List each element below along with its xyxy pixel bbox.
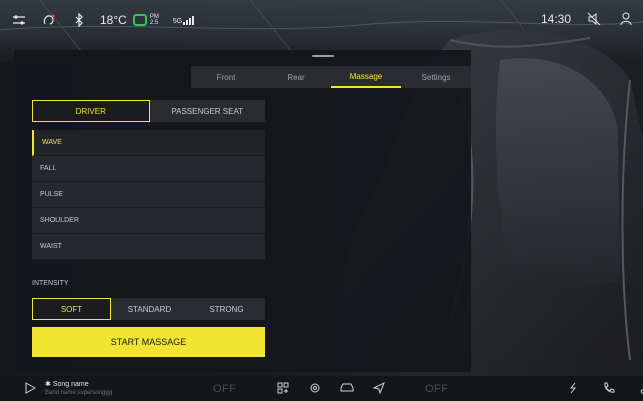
clock: 14:30 xyxy=(540,12,571,26)
seat-heat-icon[interactable] xyxy=(566,381,580,395)
bluetooth-icon[interactable] xyxy=(70,11,88,29)
tab-bar: Front Rear Massage Settings xyxy=(191,66,471,88)
drag-handle[interactable] xyxy=(312,55,334,57)
pm-indicator: PM 2.5 xyxy=(132,14,159,26)
start-massage-button[interactable]: START MASSAGE xyxy=(32,327,265,357)
phone-icon[interactable] xyxy=(602,381,616,395)
car-icon[interactable] xyxy=(340,381,354,395)
mode-pulse[interactable]: PULSE xyxy=(32,182,265,208)
bottom-bar: ✱ Song name Band name supersonggg OFF OF… xyxy=(0,376,643,401)
navigation-icon[interactable] xyxy=(372,381,386,395)
mode-shoulder[interactable]: SHOULDER xyxy=(32,208,265,234)
band-name: Band name supersonggg xyxy=(45,390,113,396)
now-playing[interactable]: ✱ Song name Band name supersonggg xyxy=(45,380,112,398)
apps-grid-icon[interactable] xyxy=(276,381,290,395)
mode-waist[interactable]: WAIST xyxy=(32,234,265,260)
driver-button[interactable]: DRIVER xyxy=(32,100,150,122)
mute-icon[interactable] xyxy=(585,10,603,28)
tab-rear[interactable]: Rear xyxy=(261,66,331,88)
signal-icon: 5G xyxy=(172,15,195,25)
intensity-label: INTENSITY xyxy=(32,280,69,287)
seat-selector: DRIVER PASSENGER SEAT xyxy=(32,100,265,122)
intensity-selector: SOFT STANDARD STRONG xyxy=(32,298,265,320)
passenger-seat-button[interactable]: PASSENGER SEAT xyxy=(149,100,265,122)
gear-icon[interactable] xyxy=(308,381,322,395)
right-climate-off[interactable]: OFF xyxy=(425,383,449,395)
song-name: Song name xyxy=(52,381,89,388)
intensity-standard[interactable]: STANDARD xyxy=(111,298,188,320)
tab-front[interactable]: Front xyxy=(191,66,261,88)
status-bar: 18°C PM 2.5 5G 14:30 xyxy=(0,0,643,40)
music-note-icon[interactable] xyxy=(638,381,643,395)
settings-sliders-icon[interactable] xyxy=(10,11,28,29)
mode-fall[interactable]: FALL xyxy=(32,156,265,182)
temperature: 18°C xyxy=(100,13,127,27)
user-icon[interactable] xyxy=(617,10,635,28)
intensity-strong[interactable]: STRONG xyxy=(188,298,265,320)
massage-mode-list: WAVE FALL PULSE SHOULDER WAIST xyxy=(32,130,265,260)
left-climate-off[interactable]: OFF xyxy=(213,383,237,395)
intensity-soft[interactable]: SOFT xyxy=(32,298,111,320)
signal-type: 5G xyxy=(172,17,183,25)
tab-massage[interactable]: Massage xyxy=(331,66,401,88)
bluetooth-small-icon: ✱ xyxy=(45,381,53,388)
voice-assistant-icon[interactable] xyxy=(40,11,58,29)
mode-wave[interactable]: WAVE xyxy=(32,130,265,156)
tab-settings[interactable]: Settings xyxy=(401,66,471,88)
pm-value: PM 2.5 xyxy=(149,14,159,26)
play-icon[interactable] xyxy=(24,382,37,396)
pm-leaf-icon xyxy=(132,14,147,26)
